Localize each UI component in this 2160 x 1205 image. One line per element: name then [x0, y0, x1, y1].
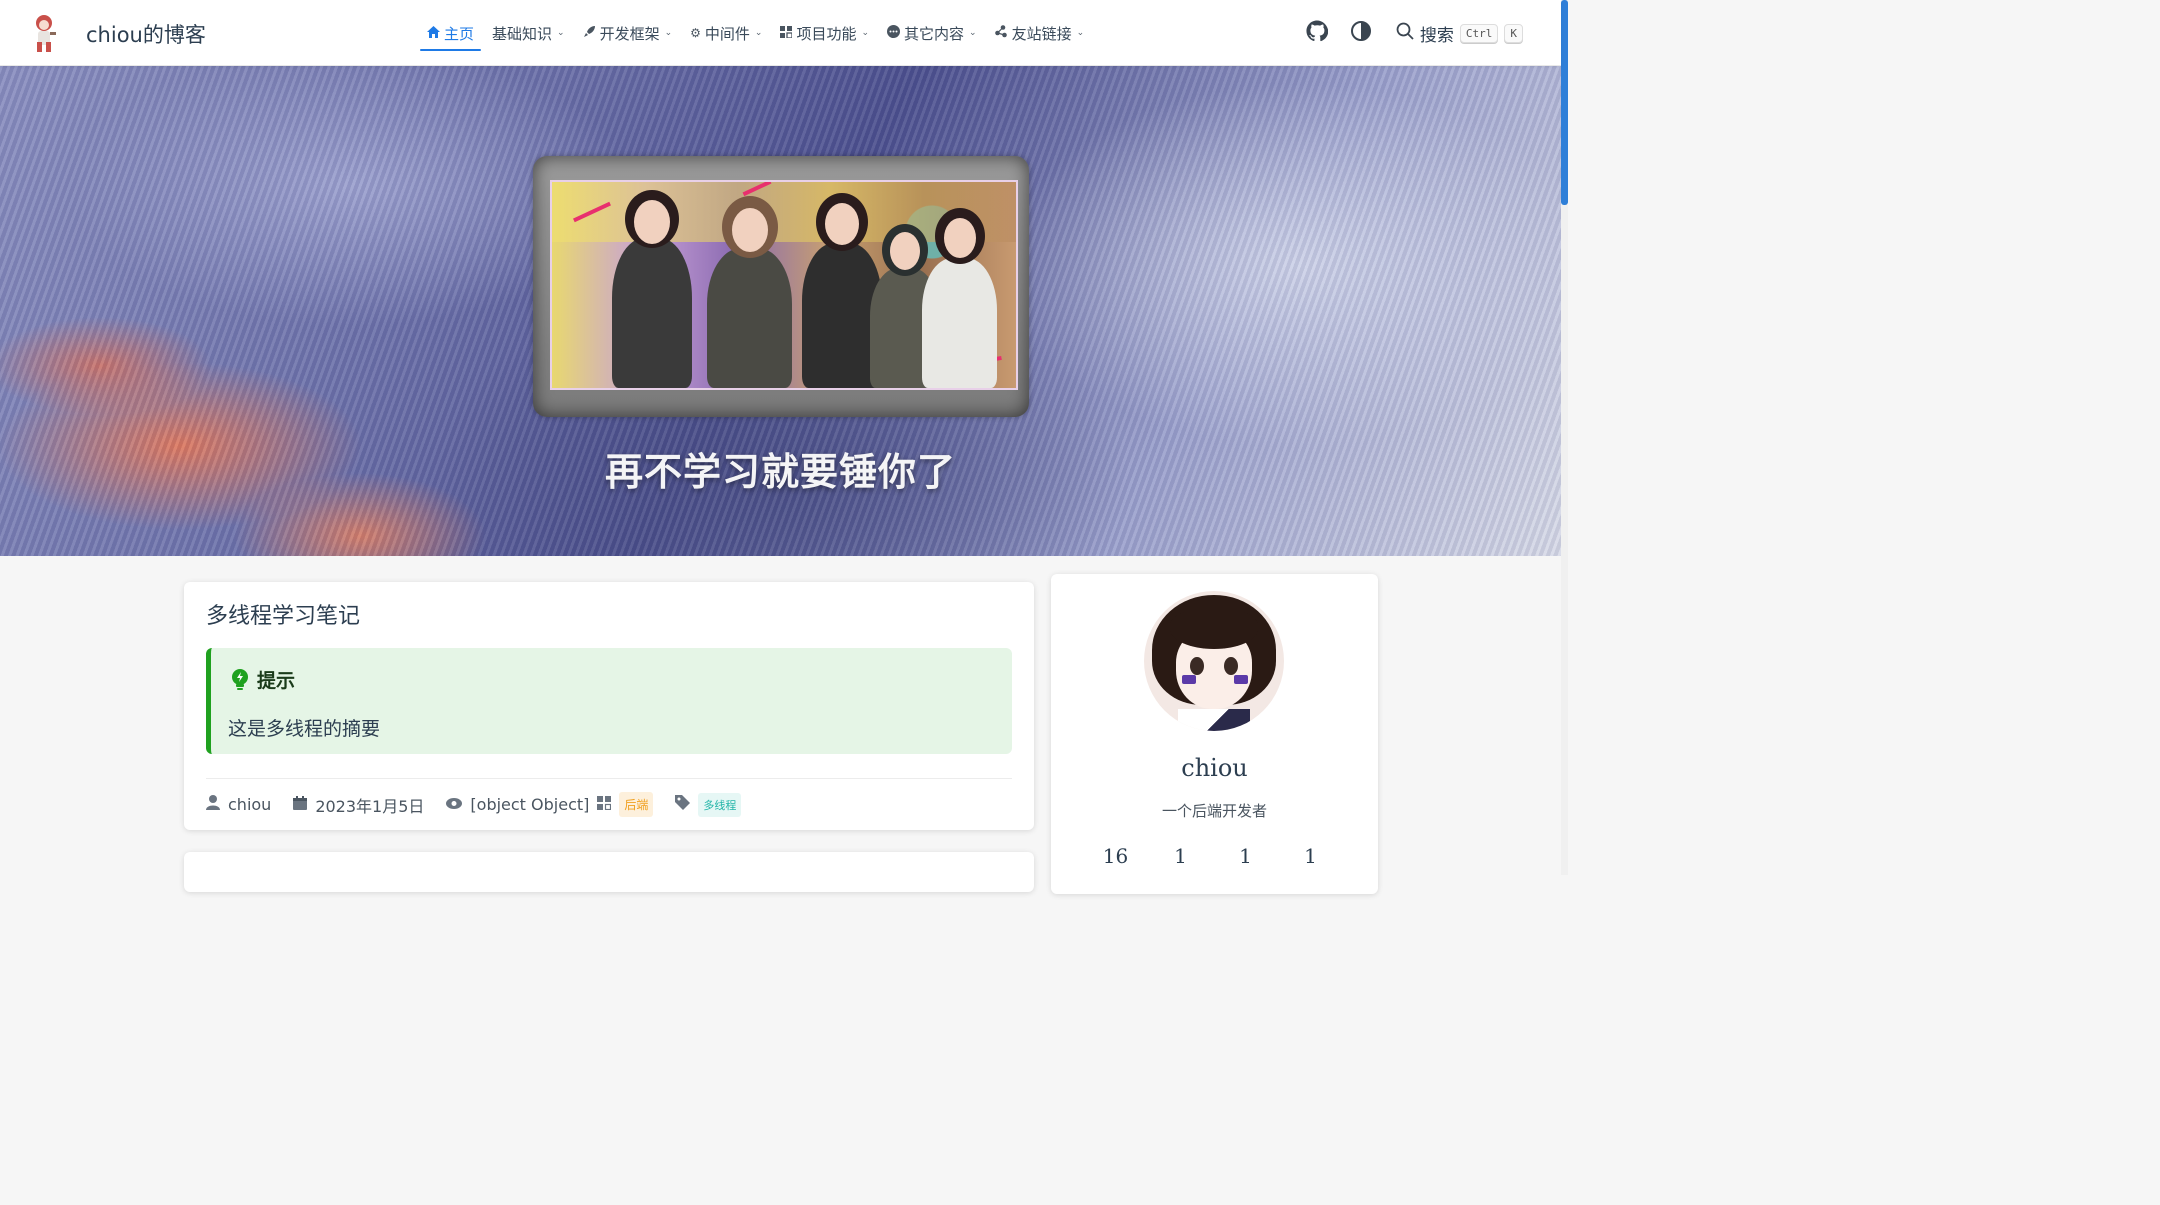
home-icon	[427, 25, 440, 41]
nav-item-basics[interactable]: 基础知识 ⌄	[483, 0, 574, 66]
profile-name: chiou	[1181, 754, 1248, 782]
github-icon	[1306, 20, 1329, 46]
category-tag[interactable]: 后端	[619, 792, 654, 817]
tip-callout: 提示 这是多线程的摘要	[206, 648, 1012, 754]
article-title[interactable]: 多线程学习笔记	[206, 598, 360, 630]
navbar-actions: 搜索 Ctrl K	[1304, 0, 1523, 66]
tag-icon	[675, 795, 691, 814]
site-brand-link[interactable]: chiou的博客	[28, 12, 206, 56]
category-icon	[597, 795, 612, 814]
hero-image-frame	[533, 156, 1029, 417]
nav-item-others[interactable]: 其它内容 ⌄	[878, 0, 986, 66]
page-scrollbar[interactable]	[1561, 0, 1568, 875]
theme-toggle-button[interactable]	[1348, 20, 1374, 46]
hero-banner: 再不学习就要锤你了	[0, 66, 1561, 556]
user-icon	[206, 795, 220, 814]
divider	[206, 778, 1012, 779]
article-author[interactable]: chiou	[228, 795, 271, 814]
article-card-next[interactable]	[184, 852, 1034, 892]
stat-categories[interactable]: 1	[1148, 844, 1213, 868]
nav-item-frameworks[interactable]: 开发框架 ⌄	[574, 0, 682, 66]
blocks-icon	[780, 25, 794, 41]
chevron-down-icon: ⌄	[1076, 28, 1085, 38]
chevron-down-icon: ⌄	[969, 28, 977, 38]
lightbulb-icon	[231, 668, 249, 691]
main-nav: 主页 基础知识 ⌄ 开发框架 ⌄ ⚙ 中间件 ⌄ 项目功能 ⌄ 其它内容 ⌄ 友…	[418, 0, 1093, 66]
topic-tag[interactable]: 多线程	[698, 792, 742, 817]
gear-icon: ⚙	[690, 26, 701, 40]
chevron-down-icon: ⌄	[664, 28, 673, 38]
nav-item-label: 其它内容	[904, 24, 965, 43]
share-icon	[994, 25, 1008, 41]
site-logo-icon	[28, 12, 64, 56]
tip-header: 提示	[231, 666, 295, 693]
avatar[interactable]	[1144, 591, 1284, 731]
article-date: 2023年1月5日	[315, 796, 425, 816]
site-title[interactable]: chiou的博客	[86, 19, 206, 49]
scrollbar-thumb[interactable]	[1561, 0, 1568, 205]
tip-title: 提示	[257, 670, 296, 692]
nav-item-home[interactable]: 主页	[418, 0, 483, 66]
search-icon	[1396, 22, 1414, 45]
article-views: [object Object]	[470, 795, 590, 814]
nav-item-friend-links[interactable]: 友站链接 ⌄	[986, 0, 1094, 66]
theme-toggle-icon	[1350, 20, 1372, 46]
nav-item-label: 主页	[444, 24, 475, 43]
rocket-icon	[583, 25, 596, 41]
stat-timeline[interactable]: 1	[1278, 844, 1343, 868]
calendar-icon	[293, 795, 308, 814]
profile-stats: 16 1 1 1	[1083, 844, 1378, 868]
profile-card: chiou 一个后端开发者 16 1 1 1	[1051, 574, 1378, 894]
navbar: chiou的博客 主页 基础知识 ⌄ 开发框架 ⌄ ⚙ 中间件 ⌄ 项目功能 ⌄…	[0, 0, 1561, 66]
stat-articles[interactable]: 16	[1083, 844, 1148, 868]
nav-item-label: 项目功能	[796, 24, 857, 43]
hero-photo	[550, 180, 1018, 390]
shortcut-key-ctrl: Ctrl	[1459, 23, 1499, 43]
chevron-down-icon: ⌄	[557, 28, 565, 38]
search-button[interactable]: 搜索 Ctrl K	[1396, 21, 1523, 46]
nav-item-label: 友站链接	[1011, 24, 1072, 43]
profile-bio: 一个后端开发者	[1161, 802, 1267, 820]
hero-motto: 再不学习就要锤你了	[604, 450, 956, 494]
nav-item-middleware[interactable]: ⚙ 中间件 ⌄	[681, 0, 771, 66]
nav-item-label: 中间件	[704, 24, 750, 43]
nav-item-label: 基础知识	[492, 24, 553, 43]
article-card[interactable]: 多线程学习笔记 提示 这是多线程的摘要 chiou 2023年1月5日 [obj…	[184, 582, 1034, 830]
eye-icon	[446, 797, 463, 813]
search-label: 搜索	[1419, 25, 1454, 46]
chevron-down-icon: ⌄	[861, 28, 870, 38]
nav-item-label: 开发框架	[599, 24, 660, 43]
nav-item-projects[interactable]: 项目功能 ⌄	[771, 0, 878, 66]
dots-icon	[887, 25, 901, 41]
github-link[interactable]	[1304, 20, 1330, 46]
stat-tags[interactable]: 1	[1213, 844, 1278, 868]
chevron-down-icon: ⌄	[754, 28, 763, 38]
article-meta: chiou 2023年1月5日 [object Object] 后端 多线程	[206, 792, 742, 817]
shortcut-key-k: K	[1504, 23, 1523, 43]
tip-body: 这是多线程的摘要	[228, 718, 381, 740]
